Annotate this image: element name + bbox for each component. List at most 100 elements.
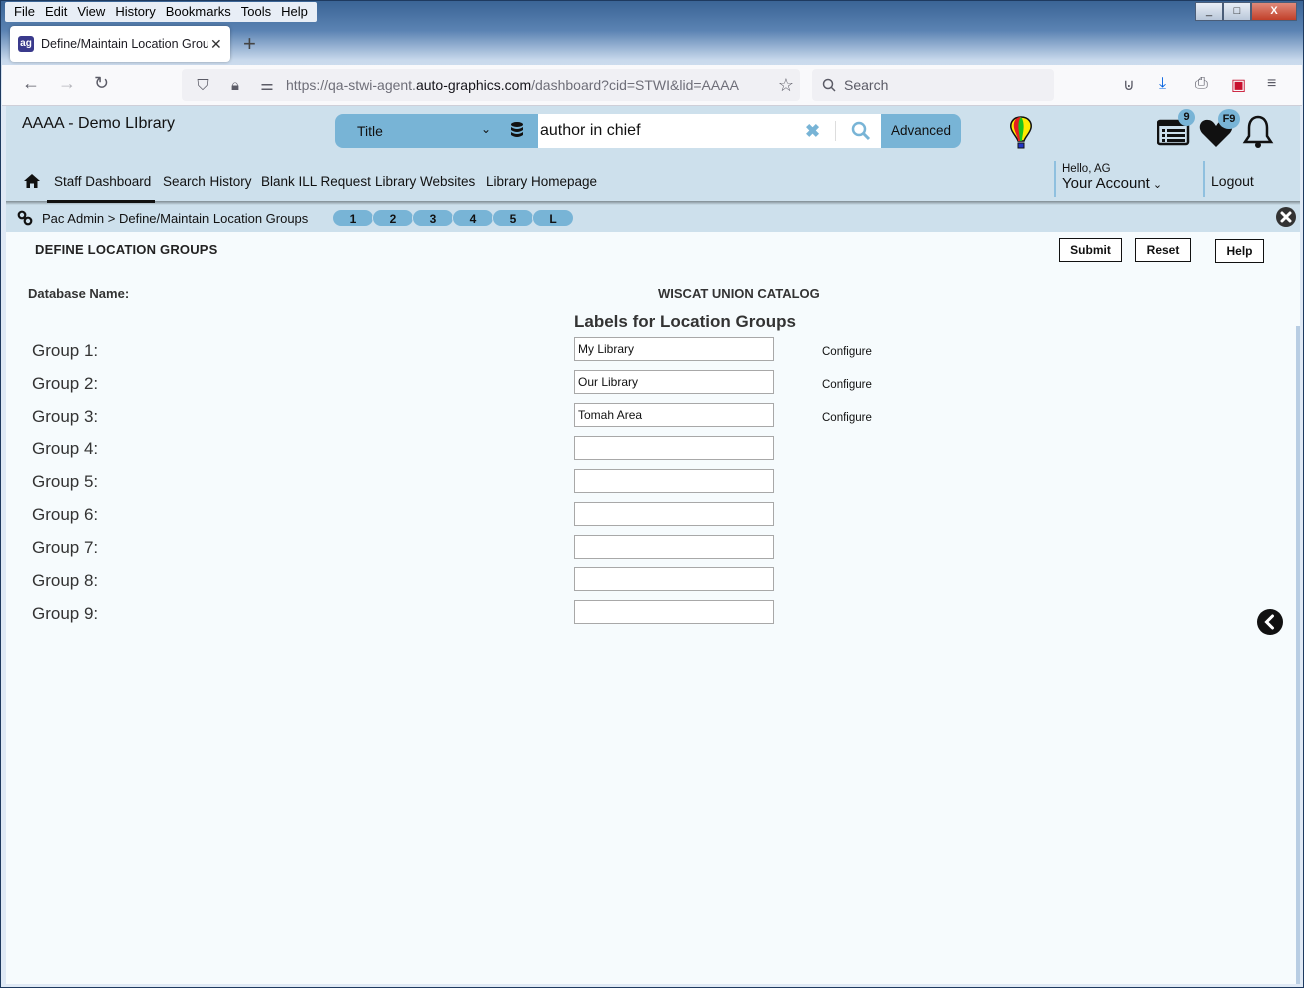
group-1-input[interactable] bbox=[574, 337, 774, 361]
extension-icon[interactable]: ▣ bbox=[1231, 75, 1246, 95]
search-type-select[interactable]: Title bbox=[357, 123, 383, 139]
group-9-input[interactable] bbox=[574, 600, 774, 624]
nav-library-homepage[interactable]: Library Homepage bbox=[486, 174, 597, 189]
favorites-badge: F9 bbox=[1218, 109, 1240, 129]
advanced-search-button[interactable]: Advanced bbox=[881, 114, 961, 148]
menu-help[interactable]: Help bbox=[276, 2, 313, 22]
configure-link[interactable]: Configure bbox=[822, 379, 872, 391]
favicon-icon: ag bbox=[18, 36, 34, 52]
download-icon[interactable]: ⤓ bbox=[1159, 75, 1166, 93]
bell-icon[interactable] bbox=[1242, 114, 1274, 150]
quick-tab-5[interactable]: 5 bbox=[492, 209, 534, 227]
search-input[interactable] bbox=[538, 114, 881, 148]
minimize-button[interactable]: _ bbox=[1195, 2, 1223, 21]
help-button[interactable]: Help bbox=[1215, 239, 1264, 263]
labels-heading: Labels for Location Groups bbox=[574, 312, 796, 331]
maximize-button[interactable]: □ bbox=[1223, 2, 1251, 21]
group-4-input[interactable] bbox=[574, 436, 774, 460]
database-icon[interactable] bbox=[510, 121, 524, 139]
close-tab-icon[interactable]: ✕ bbox=[210, 36, 222, 53]
pocket-icon[interactable]: ⊍ bbox=[1123, 75, 1135, 95]
shield-icon[interactable]: ⛉ bbox=[192, 77, 214, 94]
menu-bookmarks[interactable]: Bookmarks bbox=[161, 2, 236, 22]
lock-icon[interactable]: 🔒︎ bbox=[224, 77, 246, 94]
your-account-link[interactable]: Your Account ⌄ bbox=[1062, 175, 1162, 192]
group-3-input[interactable] bbox=[574, 403, 774, 427]
quick-tab-1[interactable]: 1 bbox=[332, 209, 374, 227]
configure-link[interactable]: Configure bbox=[822, 412, 872, 424]
group-label: Group 7: bbox=[32, 538, 99, 557]
reload-icon[interactable]: ↻ bbox=[94, 73, 109, 94]
quick-tab-3[interactable]: 3 bbox=[412, 209, 454, 227]
browser-toolbar: ← → ↻ ⛉ 🔒︎ ⚌ https://qa-stwi-agent.auto-… bbox=[2, 65, 1302, 106]
menu-file[interactable]: File bbox=[9, 2, 40, 22]
submit-button[interactable]: Submit bbox=[1059, 238, 1122, 262]
quick-tab-2[interactable]: 2 bbox=[372, 209, 414, 227]
print-icon[interactable]: ⎙ bbox=[1195, 75, 1208, 93]
group-label: Group 2: bbox=[32, 374, 99, 393]
menu-tools[interactable]: Tools bbox=[236, 2, 276, 22]
permissions-icon[interactable]: ⚌ bbox=[256, 76, 278, 94]
browser-search-placeholder: Search bbox=[844, 77, 889, 93]
app-menu-icon[interactable]: ≡ bbox=[1267, 75, 1276, 93]
window-controls: _ □ X bbox=[1195, 2, 1297, 21]
greeting-text: Hello, AG bbox=[1062, 163, 1111, 175]
link-icon bbox=[17, 210, 33, 226]
quick-tabs: 1 2 3 4 5 L bbox=[332, 209, 574, 227]
browser-search-box[interactable]: Search bbox=[812, 69, 1054, 101]
close-window-button[interactable]: X bbox=[1251, 2, 1297, 21]
browser-window: File Edit View History Bookmarks Tools H… bbox=[0, 0, 1304, 988]
home-icon[interactable] bbox=[24, 174, 40, 188]
library-name: AAAA - Demo LIbrary bbox=[22, 115, 175, 132]
tab-title: Define/Maintain Location Groups bbox=[41, 37, 208, 51]
menu-edit[interactable]: Edit bbox=[40, 2, 72, 22]
chevron-left-icon[interactable] bbox=[1256, 608, 1284, 636]
active-nav-indicator bbox=[47, 200, 155, 203]
menu-history[interactable]: History bbox=[110, 2, 160, 22]
nav-blank-ill-request[interactable]: Blank ILL Request bbox=[261, 174, 371, 189]
nav-staff-dashboard[interactable]: Staff Dashboard bbox=[54, 174, 151, 189]
database-name-label: Database Name: bbox=[28, 286, 130, 301]
logout-link[interactable]: Logout bbox=[1203, 161, 1254, 197]
database-name-value: WISCAT UNION CATALOG bbox=[658, 286, 820, 301]
chevron-down-icon: ⌄ bbox=[1149, 179, 1163, 191]
new-tab-button[interactable]: + bbox=[243, 31, 256, 57]
group-label: Group 5: bbox=[32, 472, 99, 491]
group-label: Group 8: bbox=[32, 571, 99, 590]
nav-library-websites[interactable]: Library Websites bbox=[375, 174, 475, 189]
list-count-badge: 9 bbox=[1178, 109, 1195, 126]
group-6-input[interactable] bbox=[574, 502, 774, 526]
browser-tab-active[interactable]: ag Define/Maintain Location Groups ✕ bbox=[10, 26, 230, 62]
hot-air-balloon-icon[interactable] bbox=[1009, 116, 1033, 150]
configure-link[interactable]: Configure bbox=[822, 346, 872, 358]
reset-button[interactable]: Reset bbox=[1135, 238, 1191, 262]
address-bar[interactable]: ⛉ 🔒︎ ⚌ https://qa-stwi-agent.auto-graphi… bbox=[182, 69, 800, 101]
group-label: Group 1: bbox=[32, 341, 99, 360]
group-7-input[interactable] bbox=[574, 535, 774, 559]
forward-icon[interactable]: → bbox=[58, 73, 76, 94]
url-text[interactable]: https://qa-stwi-agent.auto-graphics.com/… bbox=[286, 77, 739, 93]
search-divider bbox=[835, 121, 836, 141]
quick-tab-4[interactable]: 4 bbox=[452, 209, 494, 227]
group-label: Group 4: bbox=[32, 439, 99, 458]
breadcrumb-bar: Pac Admin > Define/Maintain Location Gro… bbox=[6, 205, 1300, 232]
close-icon[interactable] bbox=[1276, 207, 1296, 227]
group-8-input[interactable] bbox=[574, 567, 774, 591]
tab-strip: ag Define/Maintain Location Groups ✕ + bbox=[9, 25, 1299, 63]
menu-view[interactable]: View bbox=[72, 2, 110, 22]
nav-search-history[interactable]: Search History bbox=[163, 174, 252, 189]
chevron-down-icon[interactable]: ⌄ bbox=[481, 122, 491, 136]
scrollbar[interactable] bbox=[1296, 326, 1300, 984]
clear-search-icon[interactable]: ✖ bbox=[805, 121, 820, 142]
page-title: DEFINE LOCATION GROUPS bbox=[35, 242, 218, 257]
back-icon[interactable]: ← bbox=[22, 73, 40, 94]
group-5-input[interactable] bbox=[574, 469, 774, 493]
group-label: Group 9: bbox=[32, 604, 99, 623]
page-content: AAAA - Demo LIbrary Title ⌄ ✖ Advanced bbox=[6, 106, 1300, 984]
quick-tab-l[interactable]: L bbox=[532, 209, 574, 227]
group-2-input[interactable] bbox=[574, 370, 774, 394]
account-menu[interactable]: Hello, AG Your Account ⌄ bbox=[1054, 161, 1162, 197]
search-icon bbox=[822, 78, 836, 92]
search-icon[interactable] bbox=[851, 121, 871, 141]
bookmark-star-icon[interactable]: ☆ bbox=[778, 75, 794, 96]
